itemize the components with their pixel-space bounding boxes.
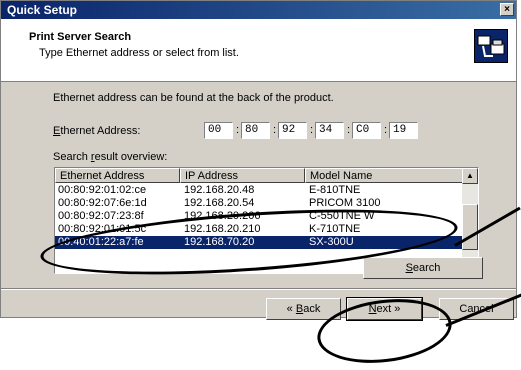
cell-ip: 192.168.20.206	[184, 210, 261, 222]
address-octet-2[interactable]: 80	[241, 122, 270, 139]
cell-ethernet: 00:80:92:07:23:8f	[58, 210, 144, 222]
cell-ip: 192.168.20.54	[184, 197, 255, 209]
title-bar: Quick Setup ×	[1, 1, 516, 19]
window-title: Quick Setup	[7, 3, 78, 17]
network-printer-icon	[474, 29, 508, 63]
footer-divider	[1, 288, 516, 290]
search-button[interactable]: Search	[363, 257, 483, 279]
overview-label: Search result overview:	[53, 151, 168, 163]
cell-ethernet: 00:80:92:01:02:ce	[58, 184, 147, 196]
wizard-header: Print Server Search Type Ethernet addres…	[1, 19, 516, 82]
address-octet-1[interactable]: 00	[204, 122, 233, 139]
octet-separator: :	[347, 124, 351, 136]
table-row[interactable]: 00:80:92:01:02:ce 192.168.20.48 E-810TNE	[55, 184, 464, 197]
scroll-thumb[interactable]	[462, 204, 478, 250]
info-text: Ethernet address can be found at the bac…	[53, 92, 334, 104]
table-row-selected[interactable]: 00:40:01:22:a7:fe 192.168.70.20 SX-300U	[55, 236, 464, 249]
cell-model: PRICOM 3100	[309, 197, 381, 209]
cell-ethernet: 00:80:92:01:01:5c	[58, 223, 147, 235]
scroll-up-icon[interactable]: ▲	[462, 168, 478, 184]
address-label: Ethernet Address:	[53, 125, 141, 137]
list-header: Ethernet Address IP Address Model Name	[55, 168, 464, 183]
next-button[interactable]: Next »	[346, 297, 423, 321]
octet-separator: :	[236, 124, 240, 136]
close-icon[interactable]: ×	[500, 3, 514, 16]
cell-ip: 192.168.20.210	[184, 223, 261, 235]
octet-separator: :	[384, 124, 388, 136]
table-row[interactable]: 00:80:92:01:01:5c 192.168.20.210 K-710TN…	[55, 223, 464, 236]
cell-ip: 192.168.70.20	[184, 236, 255, 248]
column-ethernet[interactable]: Ethernet Address	[55, 168, 180, 183]
column-ip[interactable]: IP Address	[180, 168, 305, 183]
cell-ip: 192.168.20.48	[184, 184, 255, 196]
address-octet-5[interactable]: C0	[352, 122, 381, 139]
quick-setup-dialog: Quick Setup × Print Server Search Type E…	[0, 0, 517, 321]
table-row[interactable]: 00:80:92:07:23:8f 192.168.20.206 C-550TN…	[55, 210, 464, 223]
address-octet-3[interactable]: 92	[278, 122, 307, 139]
back-button[interactable]: « Back	[266, 298, 341, 320]
cell-ethernet: 00:40:01:22:a7:fe	[58, 236, 144, 248]
octet-separator: :	[310, 124, 314, 136]
cell-ethernet: 00:80:92:07:6e:1d	[58, 197, 147, 209]
cell-model: K-710TNE	[309, 223, 361, 235]
octet-separator: :	[273, 124, 277, 136]
address-octet-6[interactable]: 19	[389, 122, 418, 139]
table-row[interactable]: 00:80:92:07:6e:1d 192.168.20.54 PRICOM 3…	[55, 197, 464, 210]
column-model[interactable]: Model Name	[305, 168, 464, 183]
header-subtitle: Type Ethernet address or select from lis…	[39, 47, 239, 59]
header-title: Print Server Search	[29, 31, 132, 43]
cell-model: SX-300U	[309, 236, 354, 248]
cell-model: C-550TNE W	[309, 210, 375, 222]
address-octet-4[interactable]: 34	[315, 122, 344, 139]
cell-model: E-810TNE	[309, 184, 361, 196]
